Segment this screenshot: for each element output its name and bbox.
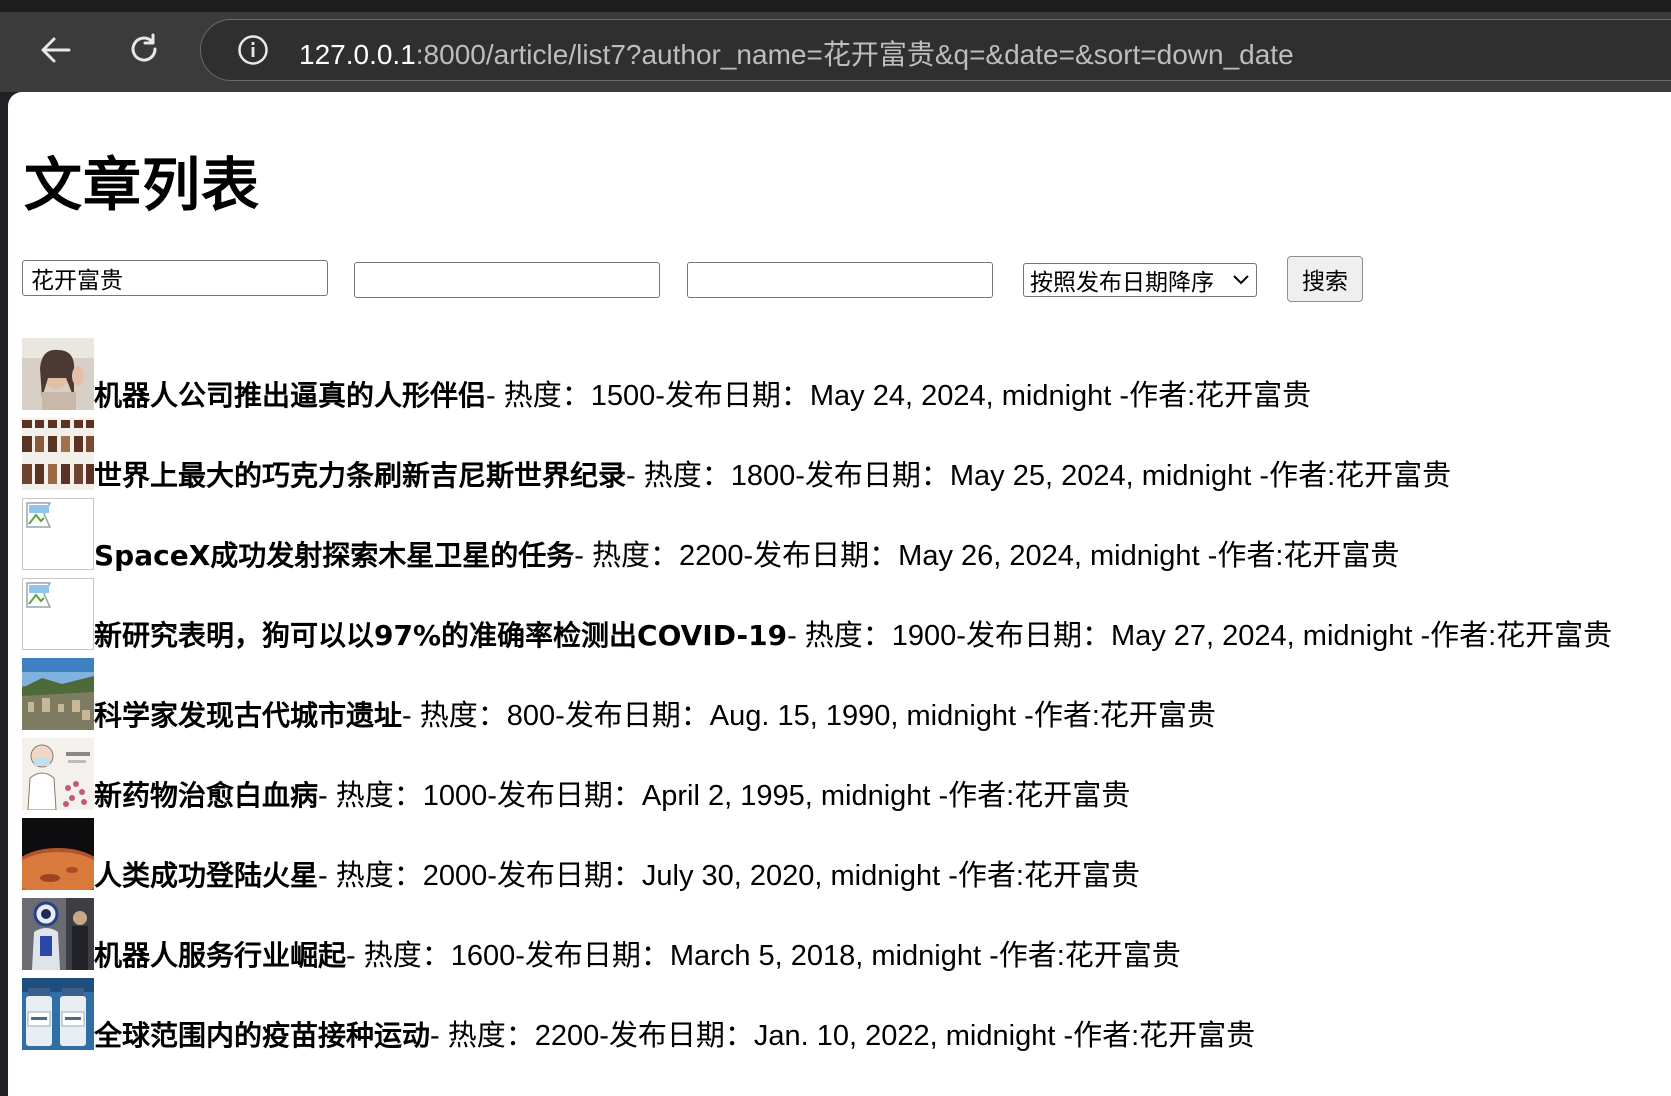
article-title[interactable]: 科学家发现古代城市遗址	[94, 699, 402, 732]
article-title[interactable]: 全球范围内的疫苗接种运动	[94, 1019, 430, 1052]
article-row: 人类成功登陆火星- 热度：2000-发布日期：July 30, 2020, mi…	[22, 812, 1662, 892]
page-content: 文章列表 按照发布日期降序 搜索 机器人公司	[8, 92, 1671, 1096]
article-title[interactable]: 新研究表明，狗可以以97%的准确率检测出COVID-19	[94, 619, 787, 652]
article-meta: - 热度：1500-发布日期：May 24, 2024, midnight -作…	[486, 380, 1312, 412]
article-text: SpaceX成功发射探索木星卫星的任务- 热度：2200-发布日期：May 26…	[94, 539, 1400, 573]
keyword-input[interactable]	[354, 262, 660, 298]
chevron-down-icon	[1233, 275, 1249, 285]
article-thumbnail	[22, 978, 94, 1050]
article-meta: - 热度：1600-发布日期：March 5, 2018, midnight -…	[346, 940, 1181, 972]
article-meta: - 热度：1800-发布日期：May 25, 2024, midnight -作…	[626, 460, 1452, 492]
reload-icon	[131, 33, 157, 62]
article-row: 机器人公司推出逼真的人形伴侣- 热度：1500-发布日期：May 24, 202…	[22, 332, 1662, 412]
article-text: 新药物治愈白血病- 热度：1000-发布日期：April 2, 1995, mi…	[94, 779, 1131, 813]
article-title[interactable]: 机器人公司推出逼真的人形伴侣	[94, 379, 486, 412]
broken-image-icon	[26, 582, 52, 608]
info-icon[interactable]	[237, 34, 269, 66]
article-meta: - 热度：2200-发布日期：Jan. 10, 2022, midnight -…	[430, 1020, 1256, 1052]
article-meta: - 热度：1000-发布日期：April 2, 1995, midnight -…	[318, 780, 1131, 812]
article-meta: - 热度：2200-发布日期：May 26, 2024, midnight -作…	[574, 540, 1400, 572]
url-text[interactable]: 127.0.0.1:8000/article/list7?author_name…	[299, 33, 1294, 73]
article-thumbnail	[22, 738, 94, 810]
article-text: 人类成功登陆火星- 热度：2000-发布日期：July 30, 2020, mi…	[94, 859, 1140, 893]
article-row: 机器人服务行业崛起- 热度：1600-发布日期：March 5, 2018, m…	[22, 892, 1662, 972]
article-thumbnail	[22, 418, 94, 490]
search-button[interactable]: 搜索	[1287, 256, 1363, 302]
article-text: 科学家发现古代城市遗址- 热度：800-发布日期：Aug. 15, 1990, …	[94, 699, 1216, 733]
article-thumbnail	[22, 658, 94, 730]
url-host: 127.0.0.1	[299, 39, 416, 70]
sort-select[interactable]: 按照发布日期降序	[1023, 263, 1257, 297]
article-title[interactable]: 世界上最大的巧克力条刷新吉尼斯世界纪录	[94, 459, 626, 492]
broken-image-icon	[26, 502, 52, 528]
broken-image-thumbnail	[22, 578, 94, 650]
article-row: 科学家发现古代城市遗址- 热度：800-发布日期：Aug. 15, 1990, …	[22, 652, 1662, 732]
broken-image-thumbnail	[22, 498, 94, 570]
reload-button[interactable]	[112, 24, 176, 76]
article-meta: - 热度：800-发布日期：Aug. 15, 1990, midnight -作…	[402, 700, 1216, 732]
article-title[interactable]: 人类成功登陆火星	[94, 859, 318, 892]
article-text: 机器人公司推出逼真的人形伴侣- 热度：1500-发布日期：May 24, 202…	[94, 379, 1312, 413]
back-button[interactable]	[24, 24, 88, 76]
url-path: :8000/article/list7?author_name=花开富贵&q=&…	[415, 39, 1294, 70]
article-text: 机器人服务行业崛起- 热度：1600-发布日期：March 5, 2018, m…	[94, 939, 1181, 973]
author-name-input[interactable]	[22, 260, 328, 296]
article-thumbnail	[22, 338, 94, 410]
search-form: 按照发布日期降序 搜索	[22, 254, 1422, 304]
sort-selected-value: 按照发布日期降序	[1030, 270, 1214, 296]
article-row: 新药物治愈白血病- 热度：1000-发布日期：April 2, 1995, mi…	[22, 732, 1662, 812]
browser-toolbar: 127.0.0.1:8000/article/list7?author_name…	[0, 0, 1671, 92]
address-bar[interactable]: 127.0.0.1:8000/article/list7?author_name…	[200, 19, 1671, 81]
article-thumbnail	[22, 898, 94, 970]
tab-strip	[0, 0, 1671, 12]
article-title[interactable]: 机器人服务行业崛起	[94, 939, 346, 972]
article-text: 全球范围内的疫苗接种运动- 热度：2200-发布日期：Jan. 10, 2022…	[94, 1019, 1256, 1053]
arrow-left-icon	[41, 37, 71, 63]
article-row: 全球范围内的疫苗接种运动- 热度：2200-发布日期：Jan. 10, 2022…	[22, 972, 1662, 1052]
article-meta: - 热度：2000-发布日期：July 30, 2020, midnight -…	[318, 860, 1140, 892]
article-title[interactable]: 新药物治愈白血病	[94, 779, 318, 812]
article-list: 机器人公司推出逼真的人形伴侣- 热度：1500-发布日期：May 24, 202…	[22, 332, 1662, 1052]
date-input[interactable]	[687, 262, 993, 298]
article-title[interactable]: SpaceX成功发射探索木星卫星的任务	[94, 539, 574, 572]
page-title: 文章列表	[24, 151, 261, 219]
article-text: 新研究表明，狗可以以97%的准确率检测出COVID-19- 热度：1900-发布…	[94, 619, 1613, 653]
article-row: 世界上最大的巧克力条刷新吉尼斯世界纪录- 热度：1800-发布日期：May 25…	[22, 412, 1662, 492]
article-thumbnail	[22, 818, 94, 890]
article-row: SpaceX成功发射探索木星卫星的任务- 热度：2200-发布日期：May 26…	[22, 492, 1662, 572]
article-row: 新研究表明，狗可以以97%的准确率检测出COVID-19- 热度：1900-发布…	[22, 572, 1662, 652]
article-meta: - 热度：1900-发布日期：May 27, 2024, midnight -作…	[787, 620, 1613, 652]
article-text: 世界上最大的巧克力条刷新吉尼斯世界纪录- 热度：1800-发布日期：May 25…	[94, 459, 1452, 493]
